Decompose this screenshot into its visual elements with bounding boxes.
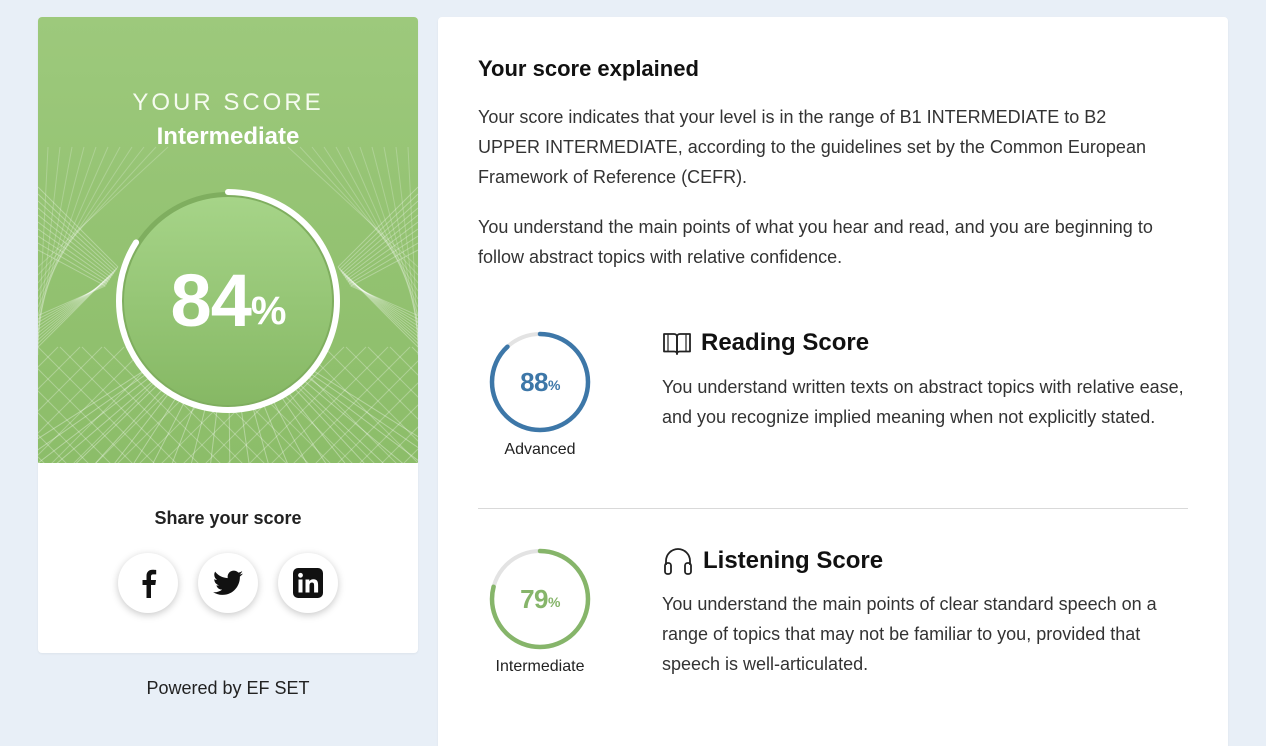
linkedin-share-button[interactable] <box>278 553 338 613</box>
reading-title: Reading Score <box>701 329 870 356</box>
score-eyebrow: YOUR SCORE <box>132 89 324 116</box>
percent-sign: % <box>547 594 560 610</box>
overall-score-value: 84% <box>112 185 344 417</box>
facebook-icon <box>142 569 157 598</box>
summary-paragraph: You understand the main points of what y… <box>478 217 1153 267</box>
reading-level: Advanced <box>504 441 576 458</box>
reading-score-number: 88 <box>520 366 548 397</box>
score-level: Intermediate <box>156 123 300 150</box>
score-hero: YOUR SCORE Intermediate 84% <box>38 17 418 463</box>
reading-description: You understand written texts on abstract… <box>662 377 1184 427</box>
score-explained-panel: Your score explained Your score indicate… <box>438 17 1228 746</box>
share-buttons <box>38 553 418 613</box>
pattern-line <box>371 146 418 324</box>
percent-sign: % <box>250 289 287 333</box>
reading-score-value: 88% <box>488 330 592 434</box>
listening-score-gauge: 79% Intermediate <box>488 547 592 675</box>
listening-title: Listening Score <box>703 547 884 574</box>
pattern-line <box>348 283 418 320</box>
pattern-line <box>38 281 109 323</box>
listening-description: You understand the main points of clear … <box>662 594 1157 674</box>
listening-heading: Listening Score <box>662 545 883 577</box>
panel-title: Your score explained <box>478 56 699 81</box>
linkedin-icon <box>293 568 323 598</box>
pattern-line <box>347 281 418 323</box>
pattern-line <box>38 146 85 324</box>
percent-sign: % <box>547 377 560 393</box>
listening-score-value: 79% <box>488 547 592 651</box>
score-card: YOUR SCORE Intermediate 84% Share your s… <box>38 17 418 653</box>
listening-level: Intermediate <box>495 658 585 675</box>
book-icon <box>663 333 691 355</box>
share-title: Share your score <box>154 508 302 528</box>
divider <box>478 508 1188 509</box>
headphones-icon <box>664 548 692 575</box>
reading-score-gauge: 88% Advanced <box>488 330 592 458</box>
twitter-icon <box>213 570 243 595</box>
explanation-paragraph: Your score indicates that your level is … <box>478 107 1146 187</box>
listening-score-number: 79 <box>520 583 548 614</box>
powered-by: Powered by EF SET <box>146 678 310 698</box>
pattern-line <box>38 283 108 320</box>
overall-score-number: 84 <box>170 259 252 342</box>
facebook-share-button[interactable] <box>118 553 178 613</box>
reading-heading: Reading Score <box>662 329 869 357</box>
twitter-share-button[interactable] <box>198 553 258 613</box>
